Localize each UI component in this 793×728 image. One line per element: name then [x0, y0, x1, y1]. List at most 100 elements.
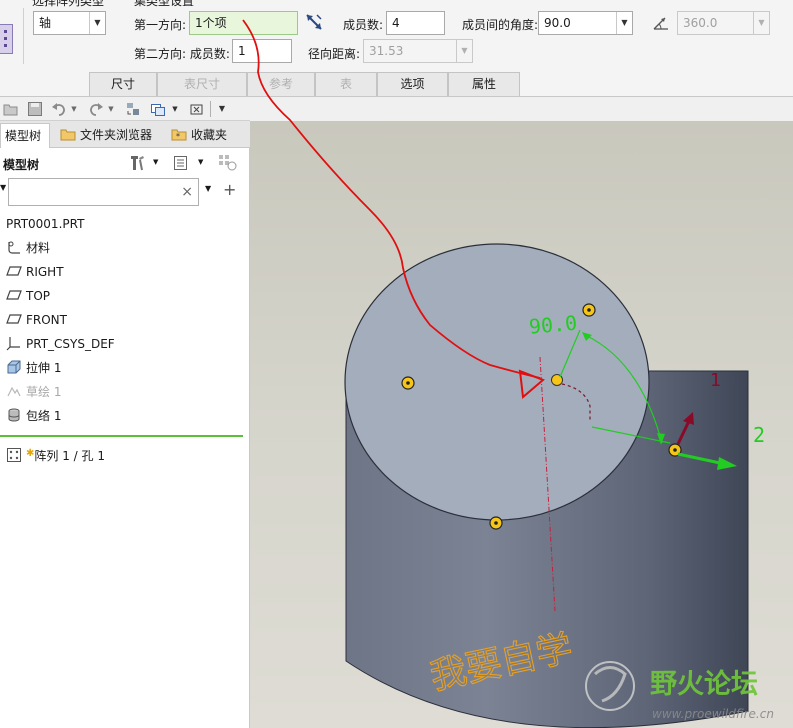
material-icon	[6, 239, 22, 255]
pattern-icon	[0, 24, 13, 54]
set-type-label: 集类型设置	[134, 0, 195, 8]
model-canvas: 我要自学 90.0 1 2 野火论坛 www.proewildfire.cn	[344, 243, 774, 728]
folder-icon	[60, 126, 76, 142]
radial-distance-value: 31.53	[369, 44, 404, 58]
pattern-dashboard: 选择阵列类型 集类型设置 轴 ▼ 第一方向: 1个项 成员数: 4 成员间的角度…	[0, 0, 793, 97]
angle-between-label: 成员间的角度:	[462, 18, 539, 32]
close-window-icon[interactable]	[189, 101, 205, 117]
pattern-type-label: 选择阵列类型	[32, 0, 105, 8]
tree-item-label: RIGHT	[26, 265, 64, 279]
extrude-icon	[6, 359, 22, 375]
filter-icon[interactable]	[218, 154, 238, 172]
sketch-icon	[6, 383, 22, 399]
tree-item-label: 草绘 1	[26, 385, 62, 399]
direction-2-label: 2	[753, 423, 765, 447]
hole-marker[interactable]	[401, 376, 415, 390]
save-icon[interactable]	[27, 101, 43, 117]
regenerate-icon[interactable]	[125, 101, 141, 117]
tree-item[interactable]: 包络 1	[6, 406, 61, 426]
chevron-down-icon[interactable]: ▼	[0, 183, 6, 192]
redo-icon[interactable]	[88, 101, 104, 117]
datum-plane-icon	[6, 311, 22, 327]
members-value: 4	[392, 16, 400, 30]
radial-distance-select[interactable]: 31.53 ▼	[363, 39, 473, 63]
tree-item-label: TOP	[26, 289, 51, 303]
tree-item[interactable]: 拉伸 1	[6, 358, 61, 378]
tree-item[interactable]: TOP	[6, 286, 50, 306]
tab-favorites[interactable]: * 收藏夹	[167, 123, 231, 148]
dir1-collector[interactable]: 1个项	[189, 11, 298, 35]
tab-dimensions[interactable]: 尺寸	[89, 72, 157, 96]
tree-item-label: 材料	[26, 241, 51, 255]
total-angle-value: 360.0	[683, 16, 718, 30]
tree-item[interactable]: PRT0001.PRT	[6, 214, 84, 234]
customize-toolbar-icon[interactable]: ▼	[216, 101, 228, 117]
pattern-icon	[6, 447, 22, 463]
settings-icon[interactable]	[128, 153, 150, 173]
tab-table-dimensions[interactable]: 表尺寸	[157, 72, 247, 96]
pattern-type-value: 轴	[39, 16, 52, 30]
tab-folder-browser[interactable]: 文件夹浏览器	[56, 123, 156, 148]
tree-item-label: 阵列 1 / 孔 1	[34, 449, 105, 463]
tree-item-label: 拉伸 1	[26, 361, 62, 375]
chevron-down-icon[interactable]: ▼	[106, 101, 116, 117]
flip-direction-icon[interactable]	[304, 12, 324, 32]
chevron-down-icon[interactable]: ▼	[69, 101, 79, 117]
tree-item[interactable]: RIGHT	[6, 262, 64, 282]
chevron-down-icon[interactable]: ▼	[205, 184, 211, 193]
quick-access-toolbar: ▼ ▼ ▼ ▼	[0, 97, 250, 121]
radial-distance-label: 径向距离:	[308, 47, 361, 61]
tree-search-input[interactable]: ×	[8, 178, 199, 206]
pattern-type-select[interactable]: 轴 ▼	[33, 11, 106, 35]
show-list-icon[interactable]	[173, 155, 189, 171]
windows-icon[interactable]	[150, 101, 166, 117]
svg-text:90.0: 90.0	[528, 311, 578, 339]
svg-text:野火论坛: 野火论坛	[650, 669, 758, 700]
tab-model-tree[interactable]: 模型树	[0, 123, 50, 148]
angle-between-value: 90.0	[544, 16, 571, 30]
navigator-panel: 模型树 文件夹浏览器 * 收藏夹 模型树 ▼ ▼ ▼ × ▼ + PRT0001…	[0, 121, 250, 728]
chevron-down-icon: ▼	[456, 40, 472, 62]
tree-item[interactable]: PRT_CSYS_DEF	[6, 334, 115, 354]
tab-tables[interactable]: 表	[315, 72, 377, 96]
add-icon[interactable]: +	[223, 180, 236, 199]
tab-properties[interactable]: 属性	[448, 72, 520, 96]
svg-text:www.proewildfire.cn: www.proewildfire.cn	[652, 707, 774, 721]
tab-folder-browser-label: 文件夹浏览器	[80, 128, 153, 142]
total-angle-select[interactable]: 360.0 ▼	[677, 11, 770, 35]
tree-item[interactable]: FRONT	[6, 310, 67, 330]
tree-item-label: FRONT	[26, 313, 67, 327]
undo-icon[interactable]	[51, 101, 67, 117]
hole-marker[interactable]	[489, 516, 503, 530]
datum-plane-icon	[6, 263, 22, 279]
members-input[interactable]: 4	[386, 11, 445, 35]
chevron-down-icon[interactable]: ▼	[198, 158, 203, 166]
tab-options[interactable]: 选项	[377, 72, 448, 96]
tab-references[interactable]: 参考	[247, 72, 315, 96]
graphics-viewport[interactable]: 我要自学 90.0 1 2 野火论坛 www.proewildfire.cn	[250, 121, 793, 728]
members-label: 成员数:	[343, 18, 384, 32]
navigator-tabs: 模型树 文件夹浏览器 * 收藏夹	[0, 121, 250, 148]
dir2-members-value: 1	[238, 44, 246, 58]
angle-between-select[interactable]: 90.0 ▼	[538, 11, 633, 35]
direction-1-label: 1	[710, 370, 721, 391]
wrap-icon	[6, 407, 22, 423]
hole-marker[interactable]	[582, 303, 596, 317]
tree-item[interactable]: ✱阵列 1 / 孔 1	[6, 444, 105, 464]
tab-favorites-label: 收藏夹	[191, 128, 228, 142]
chevron-down-icon: ▼	[89, 12, 105, 34]
chevron-down-icon[interactable]: ▼	[170, 101, 180, 117]
tree-item-label: PRT0001.PRT	[6, 217, 85, 231]
clear-icon[interactable]: ×	[181, 184, 193, 200]
dir2-members-input[interactable]: 1	[232, 39, 292, 63]
chevron-down-icon[interactable]: ▼	[153, 158, 158, 166]
dir2-label: 第二方向: 成员数:	[134, 47, 230, 61]
csys-icon	[6, 335, 22, 351]
tree-item[interactable]: 草绘 1	[6, 382, 61, 402]
angle-range-icon[interactable]	[652, 14, 670, 32]
tree-item-label: PRT_CSYS_DEF	[26, 337, 115, 351]
svg-text:*: *	[176, 132, 180, 141]
model-tree-title: 模型树	[3, 158, 40, 172]
open-icon[interactable]	[3, 101, 19, 117]
tree-item[interactable]: 材料	[6, 238, 50, 258]
